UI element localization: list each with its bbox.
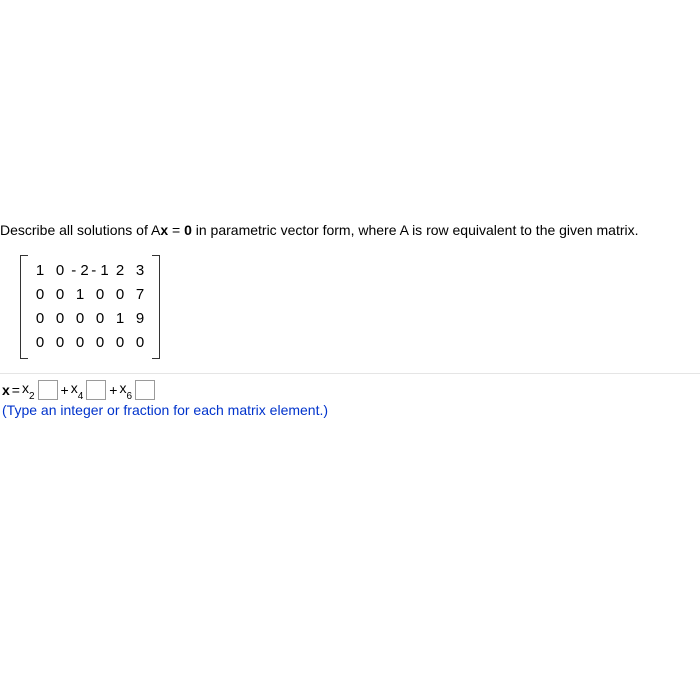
question-middle: = (168, 222, 184, 238)
matrix: 1 0 - 2 - 1 2 3 0 0 1 0 0 7 0 0 0 0 1 9 … (20, 255, 700, 373)
matrix-cell: - 2 (70, 259, 90, 283)
question-text: Describe all solutions of Ax = 0 in para… (0, 220, 700, 241)
matrix-cell: 0 (30, 283, 50, 307)
answer-lhs: x (2, 382, 10, 398)
matrix-cell: 1 (110, 307, 130, 331)
matrix-cell: 0 (70, 307, 90, 331)
question-ax-bold: x (160, 222, 168, 238)
matrix-cell: 0 (90, 283, 110, 307)
matrix-cell: 0 (130, 331, 150, 355)
matrix-cell: 9 (130, 307, 150, 331)
matrix-cell: 7 (130, 283, 150, 307)
matrix-bracket-right (152, 255, 160, 359)
matrix-cell: 0 (30, 307, 50, 331)
matrix-cell: 0 (50, 331, 70, 355)
vector-input-1[interactable] (38, 380, 58, 400)
answer-var3: x6 (119, 380, 132, 400)
answer-plus1: + (61, 382, 69, 398)
matrix-cell: 0 (50, 283, 70, 307)
matrix-cell: 1 (30, 259, 50, 283)
vector-input-2[interactable] (86, 380, 106, 400)
matrix-bracket-left (20, 255, 28, 359)
matrix-cell: 0 (90, 331, 110, 355)
answer-eq: = (12, 382, 20, 398)
matrix-cell: 0 (110, 283, 130, 307)
matrix-cell: 0 (50, 307, 70, 331)
matrix-cell: 0 (30, 331, 50, 355)
answer-line: x = x2 + x4 + x6 (2, 380, 700, 400)
matrix-cell: - 1 (90, 259, 110, 283)
matrix-cell: 0 (90, 307, 110, 331)
vector-input-3[interactable] (135, 380, 155, 400)
answer-area: x = x2 + x4 + x6 (Type an integer or fra… (0, 374, 700, 418)
matrix-cell: 1 (70, 283, 90, 307)
answer-hint: (Type an integer or fraction for each ma… (2, 402, 700, 418)
matrix-grid: 1 0 - 2 - 1 2 3 0 0 1 0 0 7 0 0 0 0 1 9 … (28, 255, 152, 359)
matrix-cell: 3 (130, 259, 150, 283)
answer-plus2: + (109, 382, 117, 398)
question-prefix: Describe all solutions of A (0, 222, 160, 238)
matrix-cell: 0 (110, 331, 130, 355)
answer-var1: x2 (22, 380, 35, 400)
matrix-cell: 2 (110, 259, 130, 283)
answer-var2: x4 (71, 380, 84, 400)
question-zero-bold: 0 (184, 222, 192, 238)
matrix-cell: 0 (70, 331, 90, 355)
question-suffix: in parametric vector form, where A is ro… (192, 222, 639, 238)
matrix-cell: 0 (50, 259, 70, 283)
